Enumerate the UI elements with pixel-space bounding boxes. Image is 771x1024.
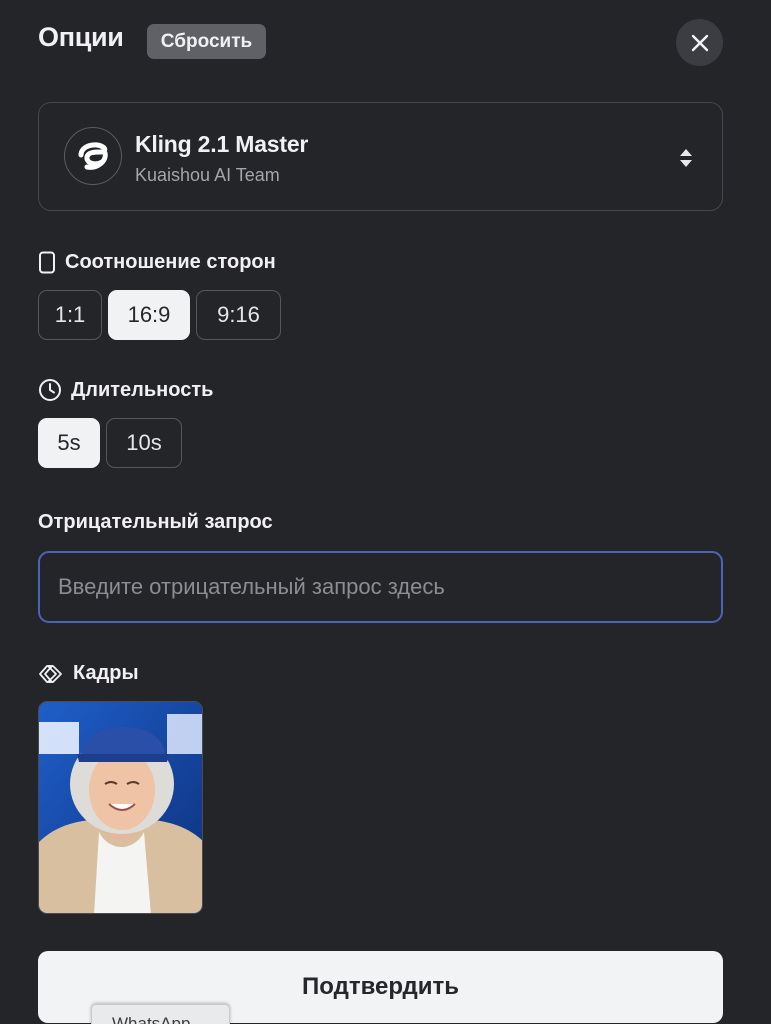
model-vendor: Kuaishou AI Team bbox=[135, 165, 280, 185]
aspect-option-1-1[interactable]: 1:1 bbox=[38, 290, 102, 340]
frames-label: Кадры bbox=[38, 662, 139, 685]
negative-prompt-label: Отрицательный запрос bbox=[38, 511, 273, 533]
clock-icon bbox=[39, 379, 61, 401]
sort-arrows-icon bbox=[680, 149, 692, 167]
whatsapp-tooltip: WhatsApp bbox=[91, 1004, 230, 1024]
negative-prompt-input[interactable] bbox=[38, 551, 723, 623]
duration-option-5s[interactable]: 5s bbox=[38, 418, 100, 468]
duration-option-10s[interactable]: 10s bbox=[106, 418, 182, 468]
portrait-image bbox=[39, 702, 202, 913]
frame-thumbnail[interactable] bbox=[38, 701, 203, 914]
duration-label: Длительность bbox=[38, 378, 213, 402]
phone-outline-icon bbox=[39, 251, 55, 274]
page-title: Опции bbox=[38, 22, 124, 52]
close-icon bbox=[691, 34, 708, 51]
model-name: Kling 2.1 Master bbox=[135, 131, 309, 157]
aspect-option-9-16[interactable]: 9:16 bbox=[196, 290, 281, 340]
frames-label-text: Кадры bbox=[73, 662, 139, 684]
aspect-ratio-label-text: Соотношение сторон bbox=[65, 251, 276, 273]
kling-logo-icon bbox=[64, 127, 122, 185]
options-panel: Опции Сбросить Kling 2.1 Master Kuaishou… bbox=[0, 0, 771, 1024]
aspect-ratio-label: Соотношение сторон bbox=[38, 251, 276, 274]
model-select[interactable]: Kling 2.1 Master Kuaishou AI Team bbox=[38, 102, 723, 211]
duration-label-text: Длительность bbox=[71, 378, 214, 401]
frames-chevrons-icon bbox=[39, 664, 62, 683]
aspect-option-16-9[interactable]: 16:9 bbox=[108, 290, 190, 340]
close-button[interactable] bbox=[676, 19, 723, 66]
reset-button[interactable]: Сбросить bbox=[147, 24, 266, 59]
